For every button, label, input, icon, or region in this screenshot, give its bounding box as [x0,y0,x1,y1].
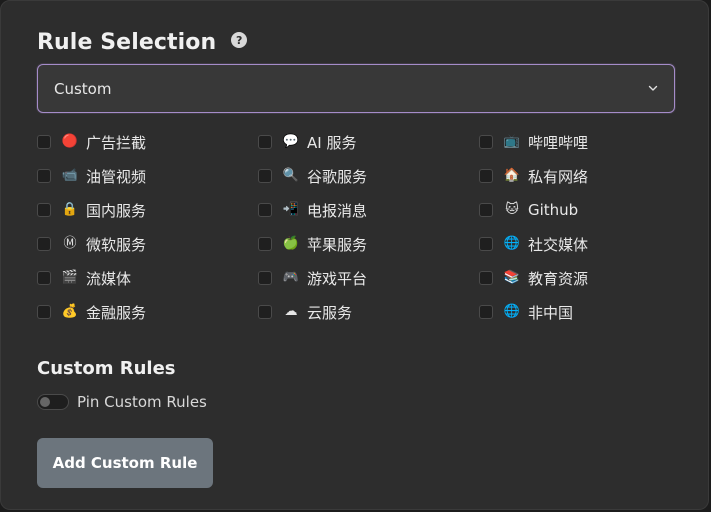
rule-checkbox[interactable] [258,135,272,149]
apple-icon: 🍏 [282,236,300,251]
toggle-knob [40,397,50,407]
rule-checkbox[interactable] [258,169,272,183]
rule-label: 非中国 [528,303,574,322]
rule-label: 广告拦截 [86,133,147,152]
rule-checkbox[interactable] [479,169,493,183]
video-camera-icon: 📹 [61,168,79,183]
rule-option[interactable]: 🎮 游戏平台 [258,261,367,295]
telegram-icon: 📲 [282,202,300,217]
rule-label: 哔哩哔哩 [528,133,589,152]
pin-custom-rules-row: Pin Custom Rules [37,391,207,413]
question-circle-icon[interactable]: ? [231,32,248,48]
rule-option[interactable]: 🐱 Github [479,193,578,227]
rule-checkbox[interactable] [258,305,272,319]
pin-custom-rules-label: Pin Custom Rules [77,393,207,411]
rule-preset-select-value: Custom [54,79,112,98]
rule-label: 国内服务 [86,201,147,220]
rule-checkbox[interactable] [37,237,51,251]
rule-label: 微软服务 [86,235,147,254]
rule-label: AI 服务 [307,133,357,152]
header: Rule Selection ? [37,27,248,57]
books-icon: 📚 [503,270,521,285]
rule-checkbox[interactable] [37,271,51,285]
rule-option[interactable]: 🌐 社交媒体 [479,227,588,261]
globe-icon: 🌐 [503,304,521,319]
tv-icon: 📺 [503,134,521,149]
chevron-down-icon [648,85,658,91]
rule-option[interactable]: 🏠 私有网络 [479,159,588,193]
house-icon: 🏠 [503,168,521,183]
rule-selection-panel: Rule Selection ? Custom 🔴 广告拦截 💬 AI 服务 📺 哔哩哔哩… [0,0,709,510]
rule-label: 油管视频 [86,167,147,186]
custom-rules-title: Custom Rules [37,358,176,379]
rule-label: 云服务 [307,303,353,322]
rule-option[interactable]: 🔒 国内服务 [37,193,146,227]
rule-label: 流媒体 [86,269,132,288]
cat-icon: 🐱 [505,202,519,217]
page-title: Rule Selection [37,29,217,55]
rule-checkbox[interactable] [258,203,272,217]
rule-option[interactable]: Ⓜ 微软服务 [37,227,146,261]
speech-bubble-icon: 💬 [282,134,300,149]
rule-label: Github [528,201,579,219]
rule-checkbox[interactable] [37,305,51,319]
cloud-icon: ☁ [284,304,298,319]
clapper-icon: 🎬 [61,270,79,285]
rule-checkbox[interactable] [479,203,493,217]
rule-label: 金融服务 [86,303,147,322]
rule-checkbox[interactable] [479,237,493,251]
rule-preset-select[interactable]: Custom [37,64,675,113]
rule-checkbox[interactable] [479,305,493,319]
add-custom-rule-button[interactable]: Add Custom Rule [37,438,213,488]
rule-label: 社交媒体 [528,235,589,254]
rule-option[interactable]: 🎬 流媒体 [37,261,131,295]
rule-option[interactable]: ☁ 云服务 [258,295,352,329]
rule-option[interactable]: 💬 AI 服务 [258,125,356,159]
gamepad-icon: 🎮 [282,270,300,285]
rule-checkbox[interactable] [258,271,272,285]
rule-option[interactable]: 📲 电报消息 [258,193,367,227]
rule-option[interactable]: 📚 教育资源 [479,261,588,295]
globe-icon: 🌐 [503,236,521,251]
rule-option[interactable]: 💰 金融服务 [37,295,146,329]
rule-label: 苹果服务 [307,235,368,254]
rule-checkbox[interactable] [37,203,51,217]
pin-custom-rules-toggle[interactable] [37,394,69,410]
rule-checkbox[interactable] [37,135,51,149]
rule-label: 私有网络 [528,167,589,186]
rule-option[interactable]: 🌐 非中国 [479,295,573,329]
money-bag-icon: 💰 [61,304,79,319]
rule-checkbox[interactable] [479,271,493,285]
m-badge-icon: Ⓜ [63,236,77,251]
rule-label: 谷歌服务 [307,167,368,186]
rule-checkbox[interactable] [37,169,51,183]
magnifier-icon: 🔍 [282,168,300,183]
rule-option[interactable]: 🔴 广告拦截 [37,125,146,159]
lock-icon: 🔒 [61,202,79,217]
rule-option[interactable]: 📺 哔哩哔哩 [479,125,588,159]
rule-option[interactable]: 🍏 苹果服务 [258,227,367,261]
rule-option[interactable]: 🔍 谷歌服务 [258,159,367,193]
rule-label: 电报消息 [307,201,368,220]
rule-label: 教育资源 [528,269,589,288]
rule-label: 游戏平台 [307,269,368,288]
rule-checkbox[interactable] [258,237,272,251]
rule-checkbox[interactable] [479,135,493,149]
red-circle-icon: 🔴 [61,134,79,149]
rule-option[interactable]: 📹 油管视频 [37,159,146,193]
